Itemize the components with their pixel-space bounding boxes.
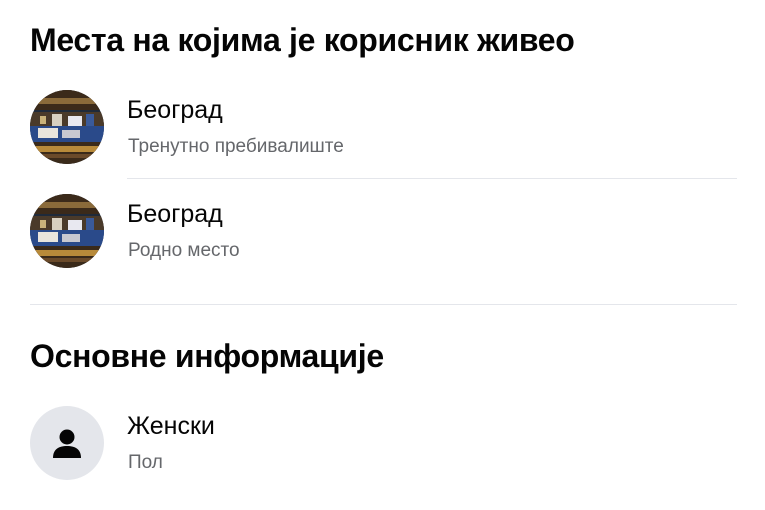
gender-label: Пол: [128, 452, 163, 473]
divider: [127, 178, 737, 179]
gender-value: Женски: [127, 412, 215, 440]
person-icon: [30, 406, 104, 480]
section-divider: [30, 304, 737, 305]
place-type: Тренутно пребивалиште: [128, 136, 344, 157]
place-name: Београд: [127, 96, 223, 124]
place-type: Родно место: [128, 240, 240, 261]
place-name: Београд: [127, 200, 223, 228]
city-photo-icon: [30, 194, 104, 268]
basic-info-heading: Основне информације: [30, 338, 384, 374]
place-row-current-city[interactable]: Београд Тренутно пребивалиште: [30, 90, 740, 170]
places-heading: Места на којима је корисник живео: [30, 22, 575, 58]
city-photo-icon: [30, 90, 104, 164]
place-row-hometown[interactable]: Београд Родно место: [30, 194, 740, 274]
gender-row[interactable]: Женски Пол: [30, 406, 740, 486]
